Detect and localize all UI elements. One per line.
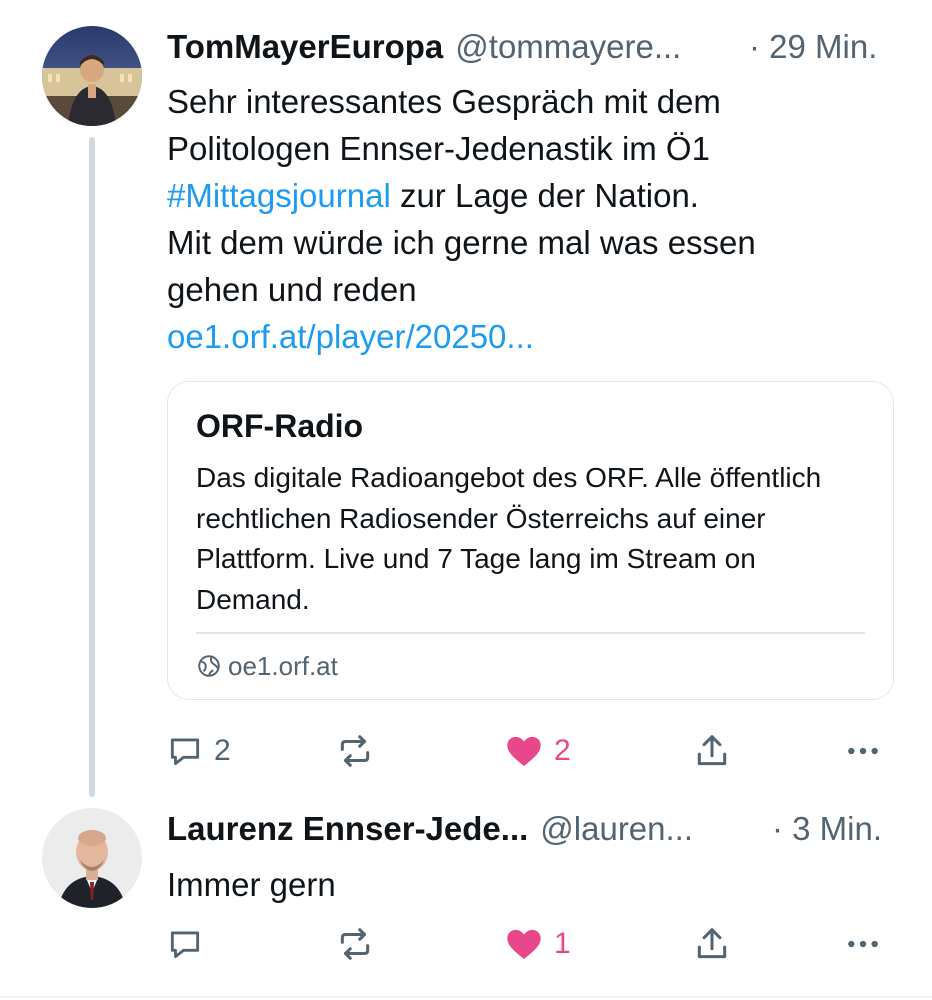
- tweet-divider: [0, 996, 932, 998]
- reply-button[interactable]: [166, 922, 204, 966]
- share-button[interactable]: [693, 729, 731, 773]
- avatar-tommayereuropa[interactable]: [42, 26, 142, 126]
- tweet-header: Laurenz Ennser-Jede... @lauren...: [167, 809, 693, 849]
- author-handle[interactable]: @tommayere...: [455, 27, 681, 67]
- heart-icon: [504, 731, 544, 771]
- card-domain: oe1.orf.at: [228, 651, 338, 681]
- reply-button[interactable]: 2: [166, 729, 231, 773]
- tweet-text-line: Immer gern: [167, 866, 336, 903]
- tweet-thread: TomMayerEuropa @tommayere... · 29 Min. S…: [0, 0, 932, 1000]
- share-button[interactable]: [693, 922, 731, 966]
- share-icon: [693, 732, 731, 770]
- tweet-text-line: oe1.orf.at/player/20250...: [167, 313, 887, 360]
- tweet-text-fragment: zur Lage der Nation.: [390, 177, 699, 214]
- retweet-icon: [336, 732, 374, 770]
- tweet-timestamp[interactable]: · 3 Min.: [772, 809, 882, 849]
- tweet-body: Sehr interessantes Gespräch mit dem Poli…: [167, 78, 887, 360]
- speech-bubble-icon: [166, 732, 204, 770]
- tweet-text-line: #Mittagsjournal zur Lage der Nation.: [167, 172, 887, 219]
- url-link[interactable]: oe1.orf.at/player/20250...: [167, 318, 534, 355]
- retweet-button[interactable]: [336, 729, 374, 773]
- like-button[interactable]: 2: [504, 729, 571, 773]
- author-handle[interactable]: @lauren...: [540, 809, 693, 849]
- author-name[interactable]: Laurenz Ennser-Jede...: [167, 809, 528, 849]
- more-dots-icon: [843, 731, 883, 771]
- retweet-button[interactable]: [336, 922, 374, 966]
- like-button[interactable]: 1: [504, 922, 571, 966]
- tweet-timestamp[interactable]: · 29 Min.: [749, 27, 877, 67]
- hashtag-link[interactable]: #Mittagsjournal: [167, 177, 391, 214]
- card-title: ORF-Radio: [196, 408, 364, 444]
- card-description: Das digitale Radioangebot des ORF. Alle …: [196, 462, 822, 615]
- globe-icon: [196, 653, 222, 679]
- tweet-text-line: gehen und reden: [167, 271, 417, 308]
- heart-icon: [504, 924, 544, 964]
- card-divider: [196, 632, 865, 634]
- tweet-text-line: Mit dem würde ich gerne mal was essen: [167, 224, 756, 261]
- tweet-body: Immer gern: [167, 861, 887, 908]
- like-count: 2: [554, 734, 571, 767]
- speech-bubble-icon: [166, 925, 204, 963]
- reply-count: 2: [214, 734, 231, 767]
- more-dots-icon: [843, 924, 883, 964]
- card-domain-row: oe1.orf.at: [196, 648, 338, 684]
- tweet-header: TomMayerEuropa @tommayere...: [167, 27, 681, 67]
- tweet-text-line: Politologen Ennser-Jedenastik im Ö1: [167, 130, 710, 167]
- thread-connector-line: [89, 137, 95, 797]
- more-options-button[interactable]: [843, 922, 883, 966]
- share-icon: [693, 925, 731, 963]
- link-preview-card[interactable]: ORF-Radio Das digitale Radioangebot des …: [167, 381, 894, 700]
- more-options-button[interactable]: [843, 729, 883, 773]
- avatar-laurenz[interactable]: [42, 808, 142, 908]
- author-name[interactable]: TomMayerEuropa: [167, 27, 443, 67]
- like-count: 1: [554, 927, 571, 960]
- retweet-icon: [336, 925, 374, 963]
- tweet-text-line: Sehr interessantes Gespräch mit dem: [167, 83, 721, 120]
